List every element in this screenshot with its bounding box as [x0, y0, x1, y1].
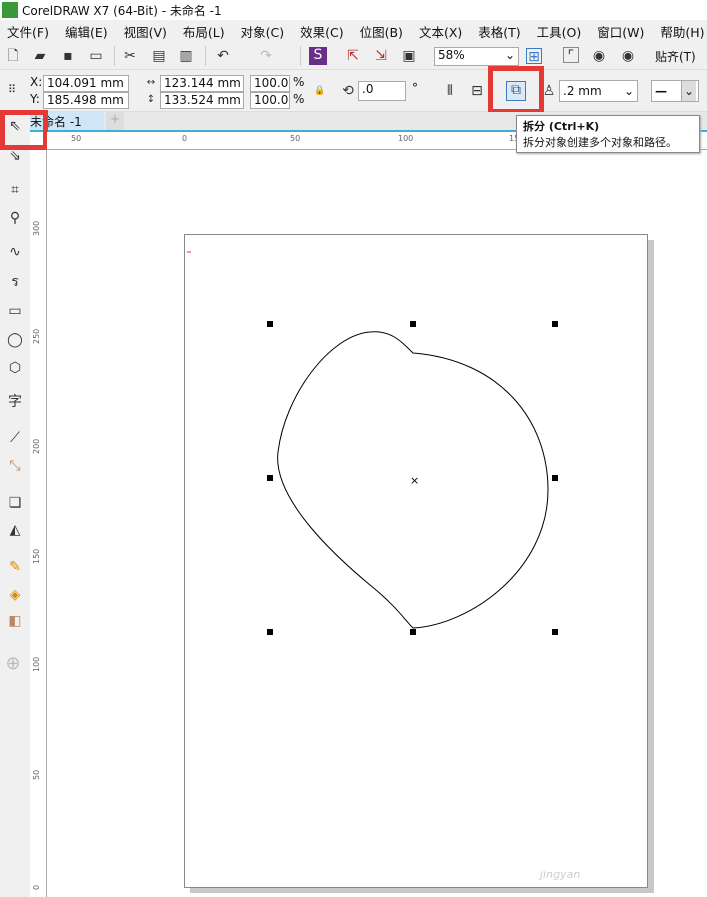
watermark: jingyan: [540, 868, 581, 881]
center-marker-icon[interactable]: ×: [410, 474, 419, 487]
tooltip: 拆分 (Ctrl+K) 拆分对象创建多个对象和路径。: [516, 115, 700, 153]
tooltip-description: 拆分对象创建多个对象和路径。: [523, 136, 677, 149]
tooltip-title: 拆分 (Ctrl+K): [523, 120, 600, 133]
